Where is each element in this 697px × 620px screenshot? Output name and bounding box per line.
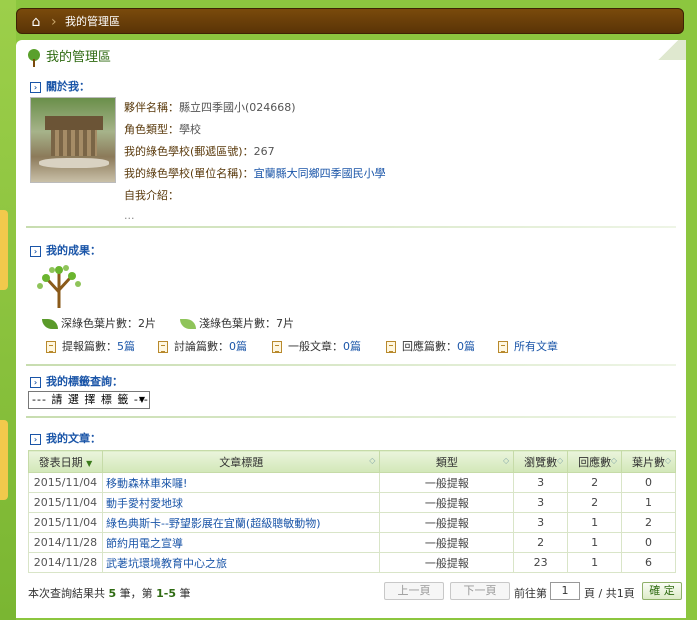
achievements-heading: › 我的成果： [30, 244, 101, 258]
reply-count: 回應篇數：0篇 [386, 340, 475, 354]
total-pages-label: 頁 / 共1頁 [584, 587, 635, 600]
goto-label: 前往第 [514, 587, 547, 600]
result-summary: 本次查詢結果共 5 筆，第 1-5 筆 [28, 587, 191, 600]
table-row: 2015/11/04 動手愛村愛地球 一般提報 3 2 1 [28, 492, 676, 513]
table-row: 2015/11/04 移動森林車來囉! 一般提報 3 2 0 [28, 472, 676, 493]
page-number-input[interactable]: 1 [550, 582, 580, 600]
sort-desc-icon: ▼ [86, 458, 93, 468]
breadcrumb-bar: ⌂ › 我的管理區 [16, 8, 684, 34]
sort-icon: ◇ [369, 456, 376, 465]
articles-table: 發表日期 ▼ 文章標題 ◇ 類型 ◇ 瀏覽數 ◇ 回應數 ◇ 葉片數 ◇ 2015/11/… [28, 450, 676, 573]
breadcrumb-separator: › [51, 14, 57, 30]
side-tab [0, 420, 8, 500]
document-icon [46, 341, 56, 353]
my-articles-heading: › 我的文章： [30, 432, 101, 446]
school-photo [30, 97, 116, 183]
article-title-link[interactable]: 移動森林車來囉! [101, 472, 381, 493]
next-page-button[interactable]: 下一頁 [450, 582, 510, 600]
article-title-link[interactable]: 綠色典斯卡--野望影展在宜蘭(超級聰敏動物) [101, 512, 381, 533]
document-icon [498, 341, 508, 353]
column-header-type[interactable]: 類型 ◇ [379, 450, 515, 473]
document-icon [386, 341, 396, 353]
achievement-tree-icon [37, 265, 81, 308]
pagination-bar: 本次查詢結果共 5 筆，第 1-5 筆 上一頁 下一頁 前往第 1 頁 / 共1… [28, 582, 682, 602]
document-icon [158, 341, 168, 353]
sort-icon: ◇ [556, 456, 564, 465]
tag-query-heading: › 我的標籤查詢： [30, 375, 123, 389]
column-header-date[interactable]: 發表日期 ▼ [28, 450, 103, 473]
prev-page-button[interactable]: 上一頁 [384, 582, 444, 600]
page-fold-decoration [650, 40, 686, 60]
unit-name: 我的綠色學校(單位名稱)：宜蘭縣大同鄉四季國民小學 [124, 167, 386, 180]
home-icon[interactable]: ⌂ [25, 13, 47, 31]
article-count: 一般文章：0篇 [272, 340, 361, 354]
light-leaf-icon [180, 319, 196, 329]
left-background [0, 0, 16, 620]
section-arrow-icon: › [30, 433, 41, 445]
table-row: 2015/11/04 綠色典斯卡--野望影展在宜蘭(超級聰敏動物) 一般提報 3… [28, 512, 676, 533]
column-header-views[interactable]: 瀏覽數 ◇ [513, 450, 569, 473]
side-tab [0, 210, 8, 290]
article-title-link[interactable]: 動手愛村愛地球 [101, 492, 381, 513]
management-panel: 我的管理區 › 關於我： 夥伴名稱：縣立四季國小(024668) 角色類型：學校 … [16, 40, 686, 618]
section-arrow-icon: › [30, 376, 41, 388]
sort-icon: ◇ [610, 456, 618, 465]
dark-leaf-count: 深綠色葉片數：2片 [42, 317, 156, 331]
self-intro: 自我介紹： [124, 189, 179, 202]
divider [26, 364, 676, 366]
column-header-title[interactable]: 文章標題 ◇ [101, 450, 381, 473]
article-title-link[interactable]: 武荖坑環境教育中心之旅 [101, 552, 381, 573]
partner-name: 夥伴名稱：縣立四季國小(024668) [124, 101, 296, 114]
all-articles-link[interactable]: 所有文章 [498, 340, 558, 354]
tag-select[interactable]: --- 請 選 擇 標 籤 --- ▼ [28, 391, 150, 409]
section-arrow-icon: › [30, 245, 41, 257]
section-arrow-icon: › [30, 81, 41, 93]
role-type: 角色類型：學校 [124, 123, 201, 136]
confirm-button[interactable]: 確 定 [642, 582, 682, 600]
report-count: 提報篇數：5篇 [46, 340, 135, 354]
postal-code: 我的綠色學校(郵遞區號)：267 [124, 145, 275, 158]
panel-title: 我的管理區 [26, 46, 111, 70]
document-icon [272, 341, 282, 353]
article-title-link[interactable]: 節約用電之宣導 [101, 532, 381, 553]
panel-title-text: 我的管理區 [46, 50, 112, 65]
breadcrumb-current: 我的管理區 [65, 15, 120, 28]
column-header-leaves[interactable]: 葉片數 ◇ [621, 450, 676, 473]
tree-icon [28, 48, 40, 67]
table-row: 2014/11/28 武荖坑環境教育中心之旅 一般提報 23 1 6 [28, 552, 676, 573]
self-intro-value: ... [124, 209, 135, 222]
about-heading: › 關於我： [30, 80, 90, 94]
column-header-replies[interactable]: 回應數 ◇ [567, 450, 623, 473]
divider [26, 226, 676, 228]
sort-icon: ◇ [664, 456, 671, 465]
light-leaf-count: 淺綠色葉片數：7片 [180, 317, 294, 331]
dropdown-arrow-icon: ▼ [138, 395, 146, 404]
table-row: 2014/11/28 節約用電之宣導 一般提報 2 1 0 [28, 532, 676, 553]
sort-icon: ◇ [503, 456, 510, 465]
divider [26, 416, 676, 418]
dark-leaf-icon [42, 319, 58, 329]
discussion-count: 討論篇數：0篇 [158, 340, 247, 354]
